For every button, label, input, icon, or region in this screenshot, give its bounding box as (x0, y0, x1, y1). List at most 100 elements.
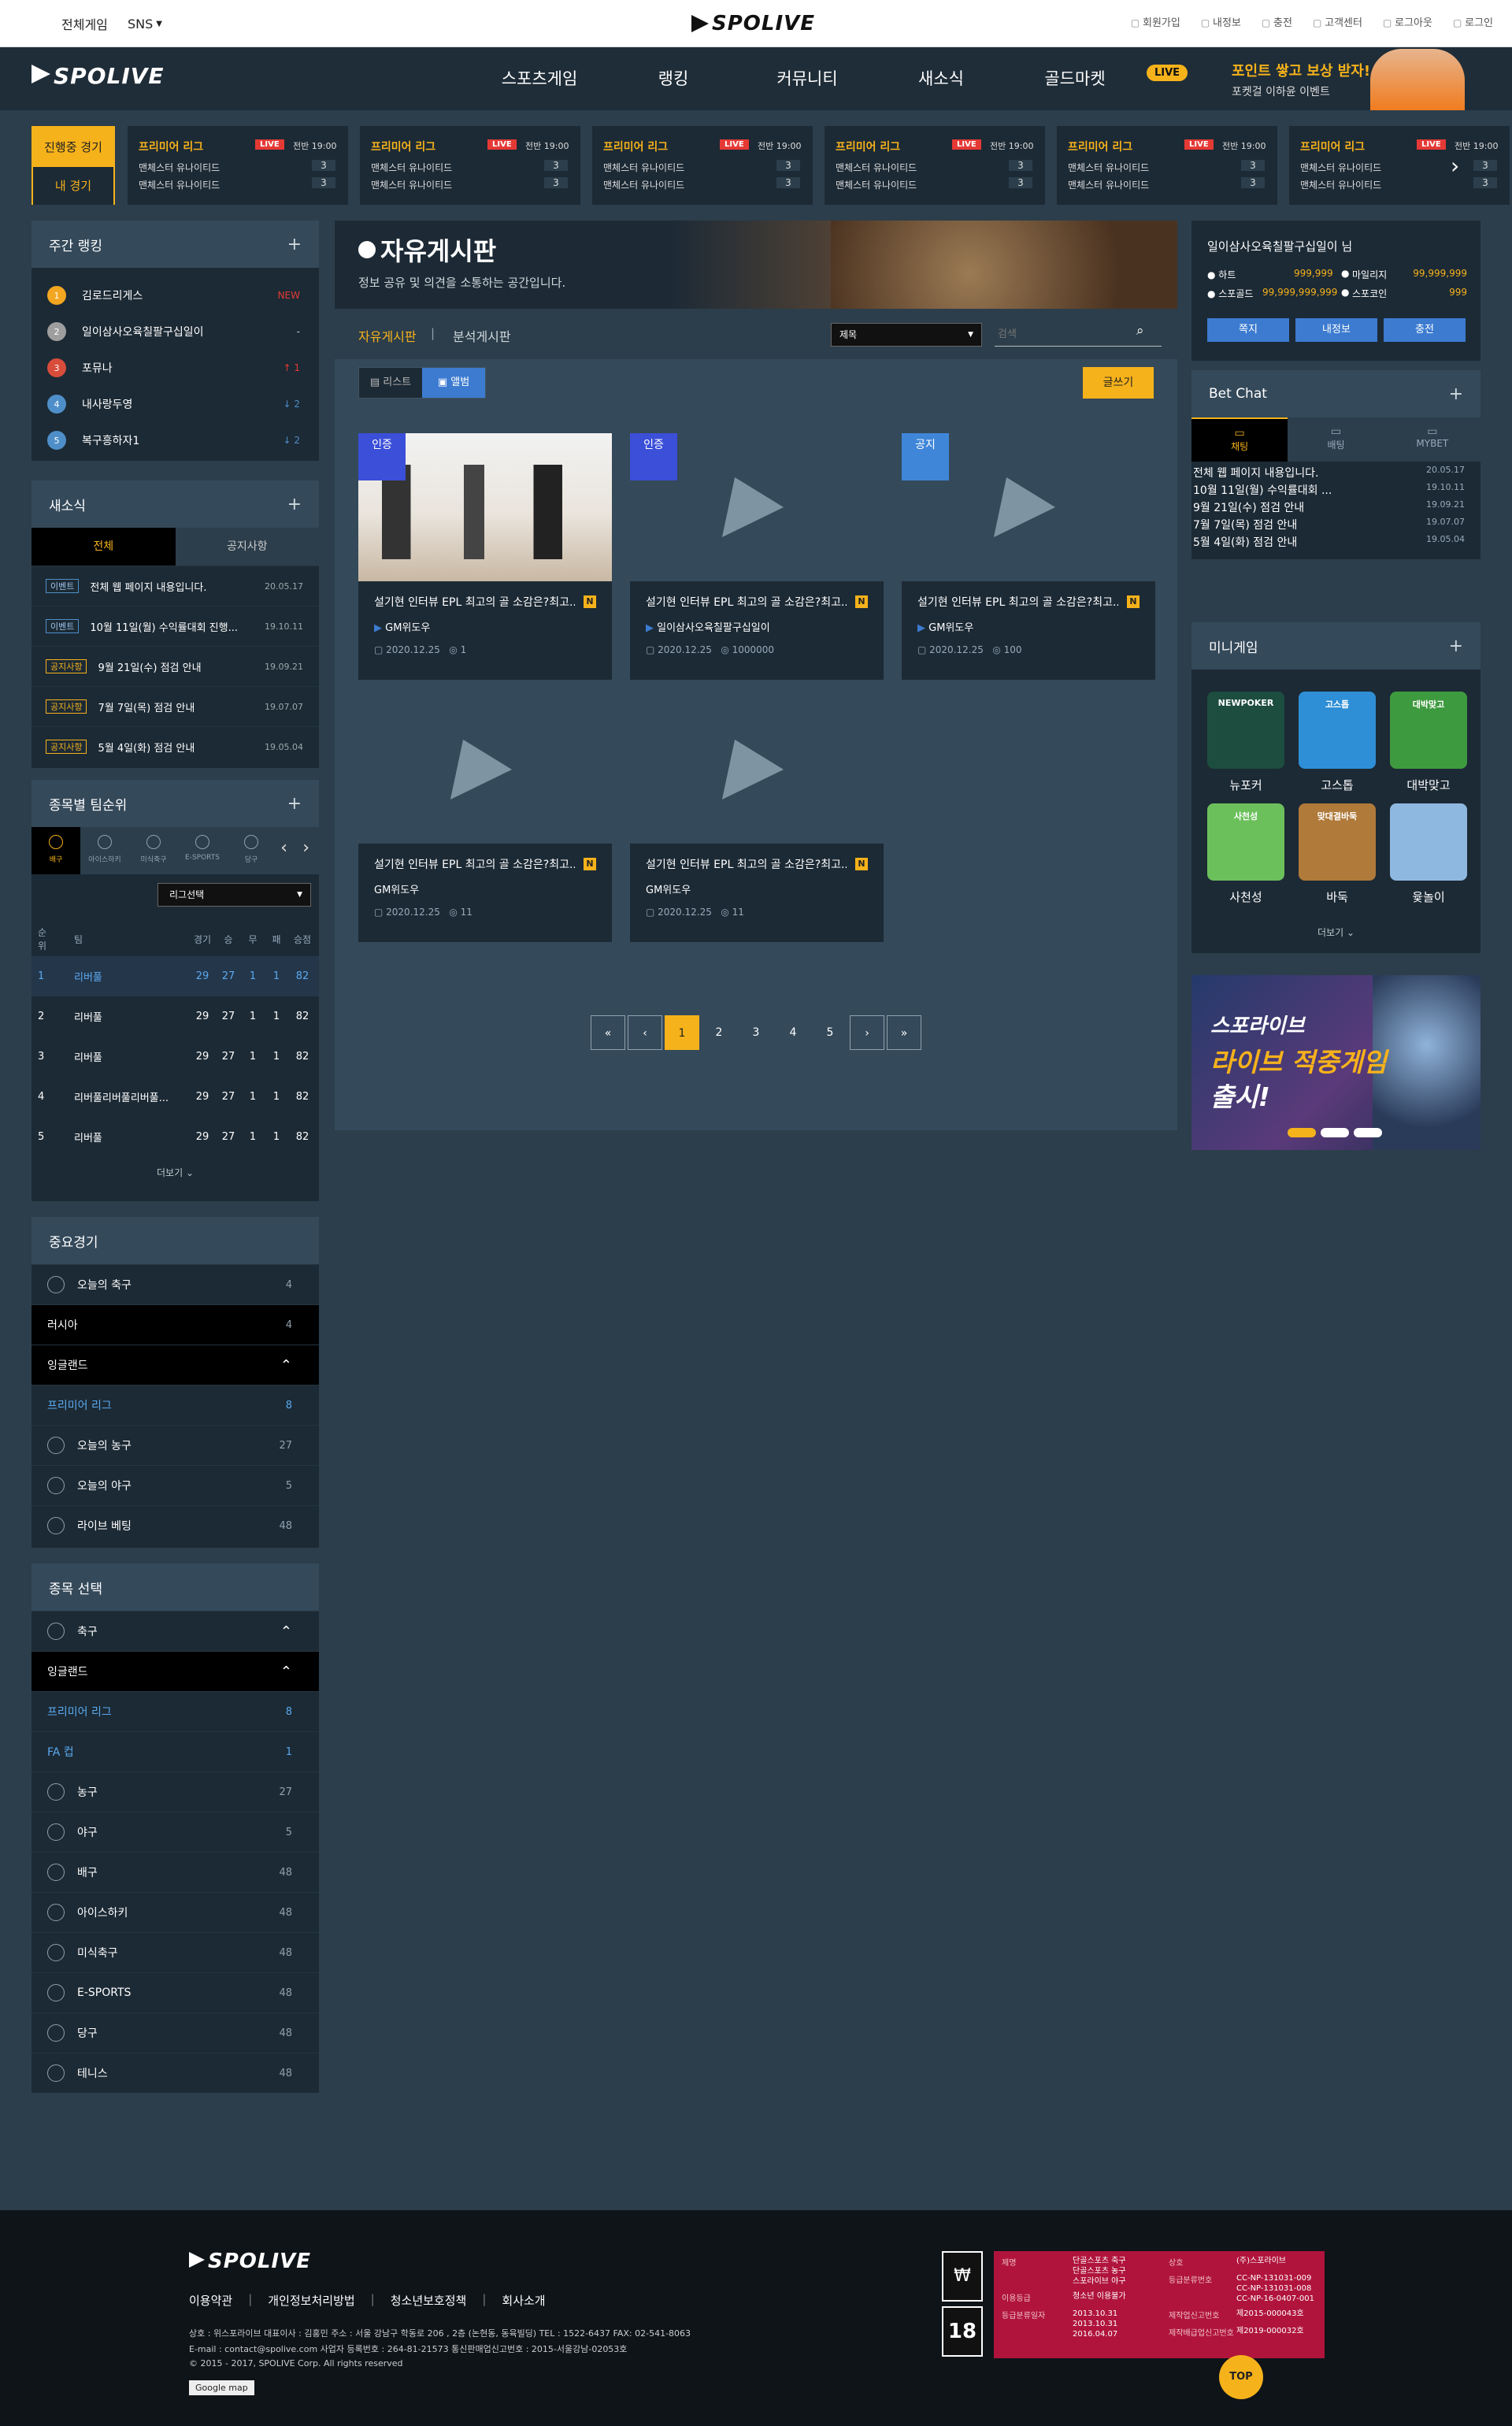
util-link[interactable]: 로그아웃 (1383, 14, 1432, 29)
match-card[interactable]: 프리미어 리그 LIVE 전반 19:00 맨체스터 유나이티드 3 맨체스터 유나이티드… (1057, 126, 1277, 205)
footer-link[interactable]: 이용약관 (189, 2292, 232, 2309)
page-number[interactable]: 3 (739, 1015, 773, 1050)
footer-link[interactable]: 개인정보처리방법 (268, 2292, 354, 2309)
page-number[interactable]: 5 (813, 1015, 847, 1050)
mini-game-tile[interactable]: 고스톱 고스톱 (1299, 692, 1376, 793)
sport-row[interactable]: 잉글랜드 ⌃ (32, 1651, 319, 1691)
table-row[interactable]: 3 리버풀 29 27 1 1 82 (32, 1037, 319, 1077)
sport-row[interactable]: 프리미어 리그 8 (32, 1385, 319, 1425)
news-row[interactable]: 공지사항 7월 7일(목) 점검 안내 19.07.07 (32, 686, 319, 726)
write-button[interactable]: 글쓰기 (1083, 367, 1154, 399)
tab-notice[interactable]: 공지사항 (175, 528, 319, 566)
nav-item[interactable]: 랭킹 (606, 47, 740, 110)
table-row[interactable]: 5 리버풀 29 27 1 1 82 (32, 1117, 319, 1157)
sport-tab[interactable]: 당구 (227, 827, 276, 874)
sport-row[interactable]: 축구 ⌃ (32, 1611, 319, 1651)
plus-icon[interactable]: + (287, 235, 302, 254)
page-number[interactable]: 1 (665, 1015, 699, 1050)
post-card[interactable]: 공지 설기현 인터뷰 EPL 최고의 골 소감은?최고... N ▶ GM위도우 ▢ 2… (902, 433, 1155, 680)
chat-row[interactable]: 10월 11일(월) 수익률대회 ... 19.10.11 (1191, 482, 1480, 499)
sport-row[interactable]: 농구 27 (32, 1771, 319, 1812)
match-card[interactable]: 프리미어 리그 LIVE 전반 19:00 맨체스터 유나이티드 3 맨체스터 유나이티드… (1289, 126, 1510, 205)
prev-page-icon[interactable]: ‹ (628, 1015, 662, 1050)
search-type-select[interactable]: 제목 ▼ (831, 323, 982, 347)
view-list-button[interactable]: ▤ 리스트 (359, 368, 422, 398)
sport-row[interactable]: 테니스 48 (32, 2053, 319, 2093)
sport-row[interactable]: 잉글랜드 ⌃ (32, 1345, 319, 1385)
search-icon[interactable]: ⌕ (1136, 323, 1144, 339)
league-select[interactable]: 리그선택 ▼ (158, 883, 311, 907)
sport-row[interactable]: 오늘의 농구 27 (32, 1425, 319, 1465)
rank-row[interactable]: 4 내사랑두영 ↓ 2 (32, 386, 319, 422)
sport-tab[interactable]: E-SPORTS (178, 827, 227, 874)
chat-row[interactable]: 전체 웹 페이지 내용입니다. 20.05.17 (1191, 465, 1480, 482)
team-rank-more[interactable]: 더보기 ⌄ (32, 1166, 319, 1179)
sport-row[interactable]: 러시아 4 (32, 1304, 319, 1345)
chevron-right-icon[interactable]: › (1451, 153, 1459, 179)
last-page-icon[interactable]: » (887, 1015, 921, 1050)
ad-dot-1[interactable] (1288, 1128, 1316, 1137)
nav-item[interactable]: 스포츠게임 (472, 47, 606, 110)
sport-tab[interactable]: 미식축구 (129, 827, 178, 874)
chat-row[interactable]: 9월 21일(수) 점검 안내 19.09.21 (1191, 499, 1480, 517)
sport-row[interactable]: 야구 5 (32, 1812, 319, 1852)
rank-row[interactable]: 2 일이삼사오육칠팔구십일이 - (32, 313, 319, 350)
tab-analysis-board[interactable]: 분석게시판 (453, 326, 511, 345)
match-card[interactable]: 프리미어 리그 LIVE 전반 19:00 맨체스터 유나이티드 3 맨체스터 유나이티드… (128, 126, 348, 205)
chevron-up-icon[interactable]: ⌃ (280, 1623, 292, 1640)
sport-row[interactable]: FA 컵 1 (32, 1731, 319, 1771)
betchat-tab[interactable]: ▭ 배팅 (1288, 417, 1384, 462)
ad-banner[interactable]: 스포라이브 라이브 적중게임 출시! (1191, 975, 1480, 1150)
page-number[interactable]: 4 (776, 1015, 810, 1050)
nav-item[interactable]: 골드마켓 (1008, 47, 1142, 110)
chevron-up-icon[interactable]: ⌃ (280, 1357, 292, 1374)
news-row[interactable]: 이벤트 10월 11일(월) 수익률대회 진행... 19.10.11 (32, 606, 319, 646)
chat-row[interactable]: 7월 7일(목) 점검 안내 19.07.07 (1191, 517, 1480, 534)
all-games-link[interactable]: 전체게임 (61, 0, 108, 47)
rank-row[interactable]: 5 복구흥하자1 ↓ 2 (32, 422, 319, 458)
footer-link[interactable]: 청소년보호정책 (391, 2292, 467, 2309)
footer-link[interactable]: 회사소개 (502, 2292, 545, 2309)
page-number[interactable]: 2 (702, 1015, 736, 1050)
util-link[interactable]: 내정보 (1201, 14, 1241, 29)
sport-row[interactable]: 라이브 베팅 48 (32, 1505, 319, 1545)
mini-game-tile[interactable]: 사천성 사천성 (1207, 803, 1284, 905)
sport-row[interactable]: 아이스하키 48 (32, 1892, 319, 1932)
util-link[interactable]: 고객센터 (1313, 14, 1362, 29)
rank-row[interactable]: 1 김로드리게스 NEW (32, 277, 319, 313)
match-card[interactable]: 프리미어 리그 LIVE 전반 19:00 맨체스터 유나이티드 3 맨체스터 유나이티드… (592, 126, 813, 205)
plus-icon[interactable]: + (1449, 384, 1463, 404)
post-card[interactable]: 설기현 인터뷰 EPL 최고의 골 소감은?최고... N GM위도우 ▢ 2020.… (630, 696, 884, 942)
menu-icon[interactable] (17, 0, 35, 47)
util-link[interactable]: 회원가입 (1131, 14, 1180, 29)
news-row[interactable]: 공지사항 5월 4일(화) 점검 안내 19.05.04 (32, 726, 319, 766)
sport-row[interactable]: 미식축구 48 (32, 1932, 319, 1972)
next-page-icon[interactable]: › (850, 1015, 884, 1050)
betchat-tab[interactable]: ▭ MYBET (1384, 417, 1480, 462)
nav-item[interactable]: 커뮤니티 (740, 47, 874, 110)
sport-row[interactable]: E-SPORTS 48 (32, 1972, 319, 2012)
table-row[interactable]: 2 리버풀 29 27 1 1 82 (32, 996, 319, 1037)
table-row[interactable]: 4 리버풀리버풀리버풀... 29 27 1 1 82 (32, 1077, 319, 1117)
plus-icon[interactable]: + (1449, 636, 1463, 656)
post-card[interactable]: 인증 설기현 인터뷰 EPL 최고의 골 소감은?최고... N ▶ GM위도우 ▢ 2… (358, 433, 612, 680)
tab-free-board[interactable]: 자유게시판 (358, 326, 417, 345)
tab-all[interactable]: 전체 (32, 528, 176, 566)
top-button[interactable]: TOP (1219, 2355, 1263, 2399)
google-map-button[interactable]: Google map (189, 2380, 254, 2395)
util-link[interactable]: 충전 (1262, 14, 1292, 29)
news-row[interactable]: 공지사항 9월 21일(수) 점검 안내 19.09.21 (32, 646, 319, 686)
my-matches-button[interactable]: 내 경기 (33, 167, 113, 205)
ad-dot-3[interactable] (1354, 1128, 1382, 1137)
sport-row[interactable]: 배구 48 (32, 1852, 319, 1892)
mini-game-tile[interactable]: 맞대결바둑 바둑 (1299, 803, 1376, 905)
sport-row[interactable]: 당구 48 (32, 2012, 319, 2053)
table-row[interactable]: 1 리버풀 29 27 1 1 82 (32, 956, 319, 996)
live-matches-button[interactable]: 진행중 경기 (33, 128, 113, 167)
mini-game-tile[interactable]: 윷놀이 (1390, 803, 1467, 905)
first-page-icon[interactable]: « (591, 1015, 625, 1050)
match-card[interactable]: 프리미어 리그 LIVE 전반 19:00 맨체스터 유나이티드 3 맨체스터 유나이티드… (825, 126, 1045, 205)
post-card[interactable]: 인증 설기현 인터뷰 EPL 최고의 골 소감은?최고... N ▶ 일이삼사오육칠팔… (630, 433, 884, 680)
mini-game-more[interactable]: 더보기 ⌄ (1191, 926, 1480, 939)
sport-row[interactable]: 오늘의 야구 5 (32, 1465, 319, 1505)
